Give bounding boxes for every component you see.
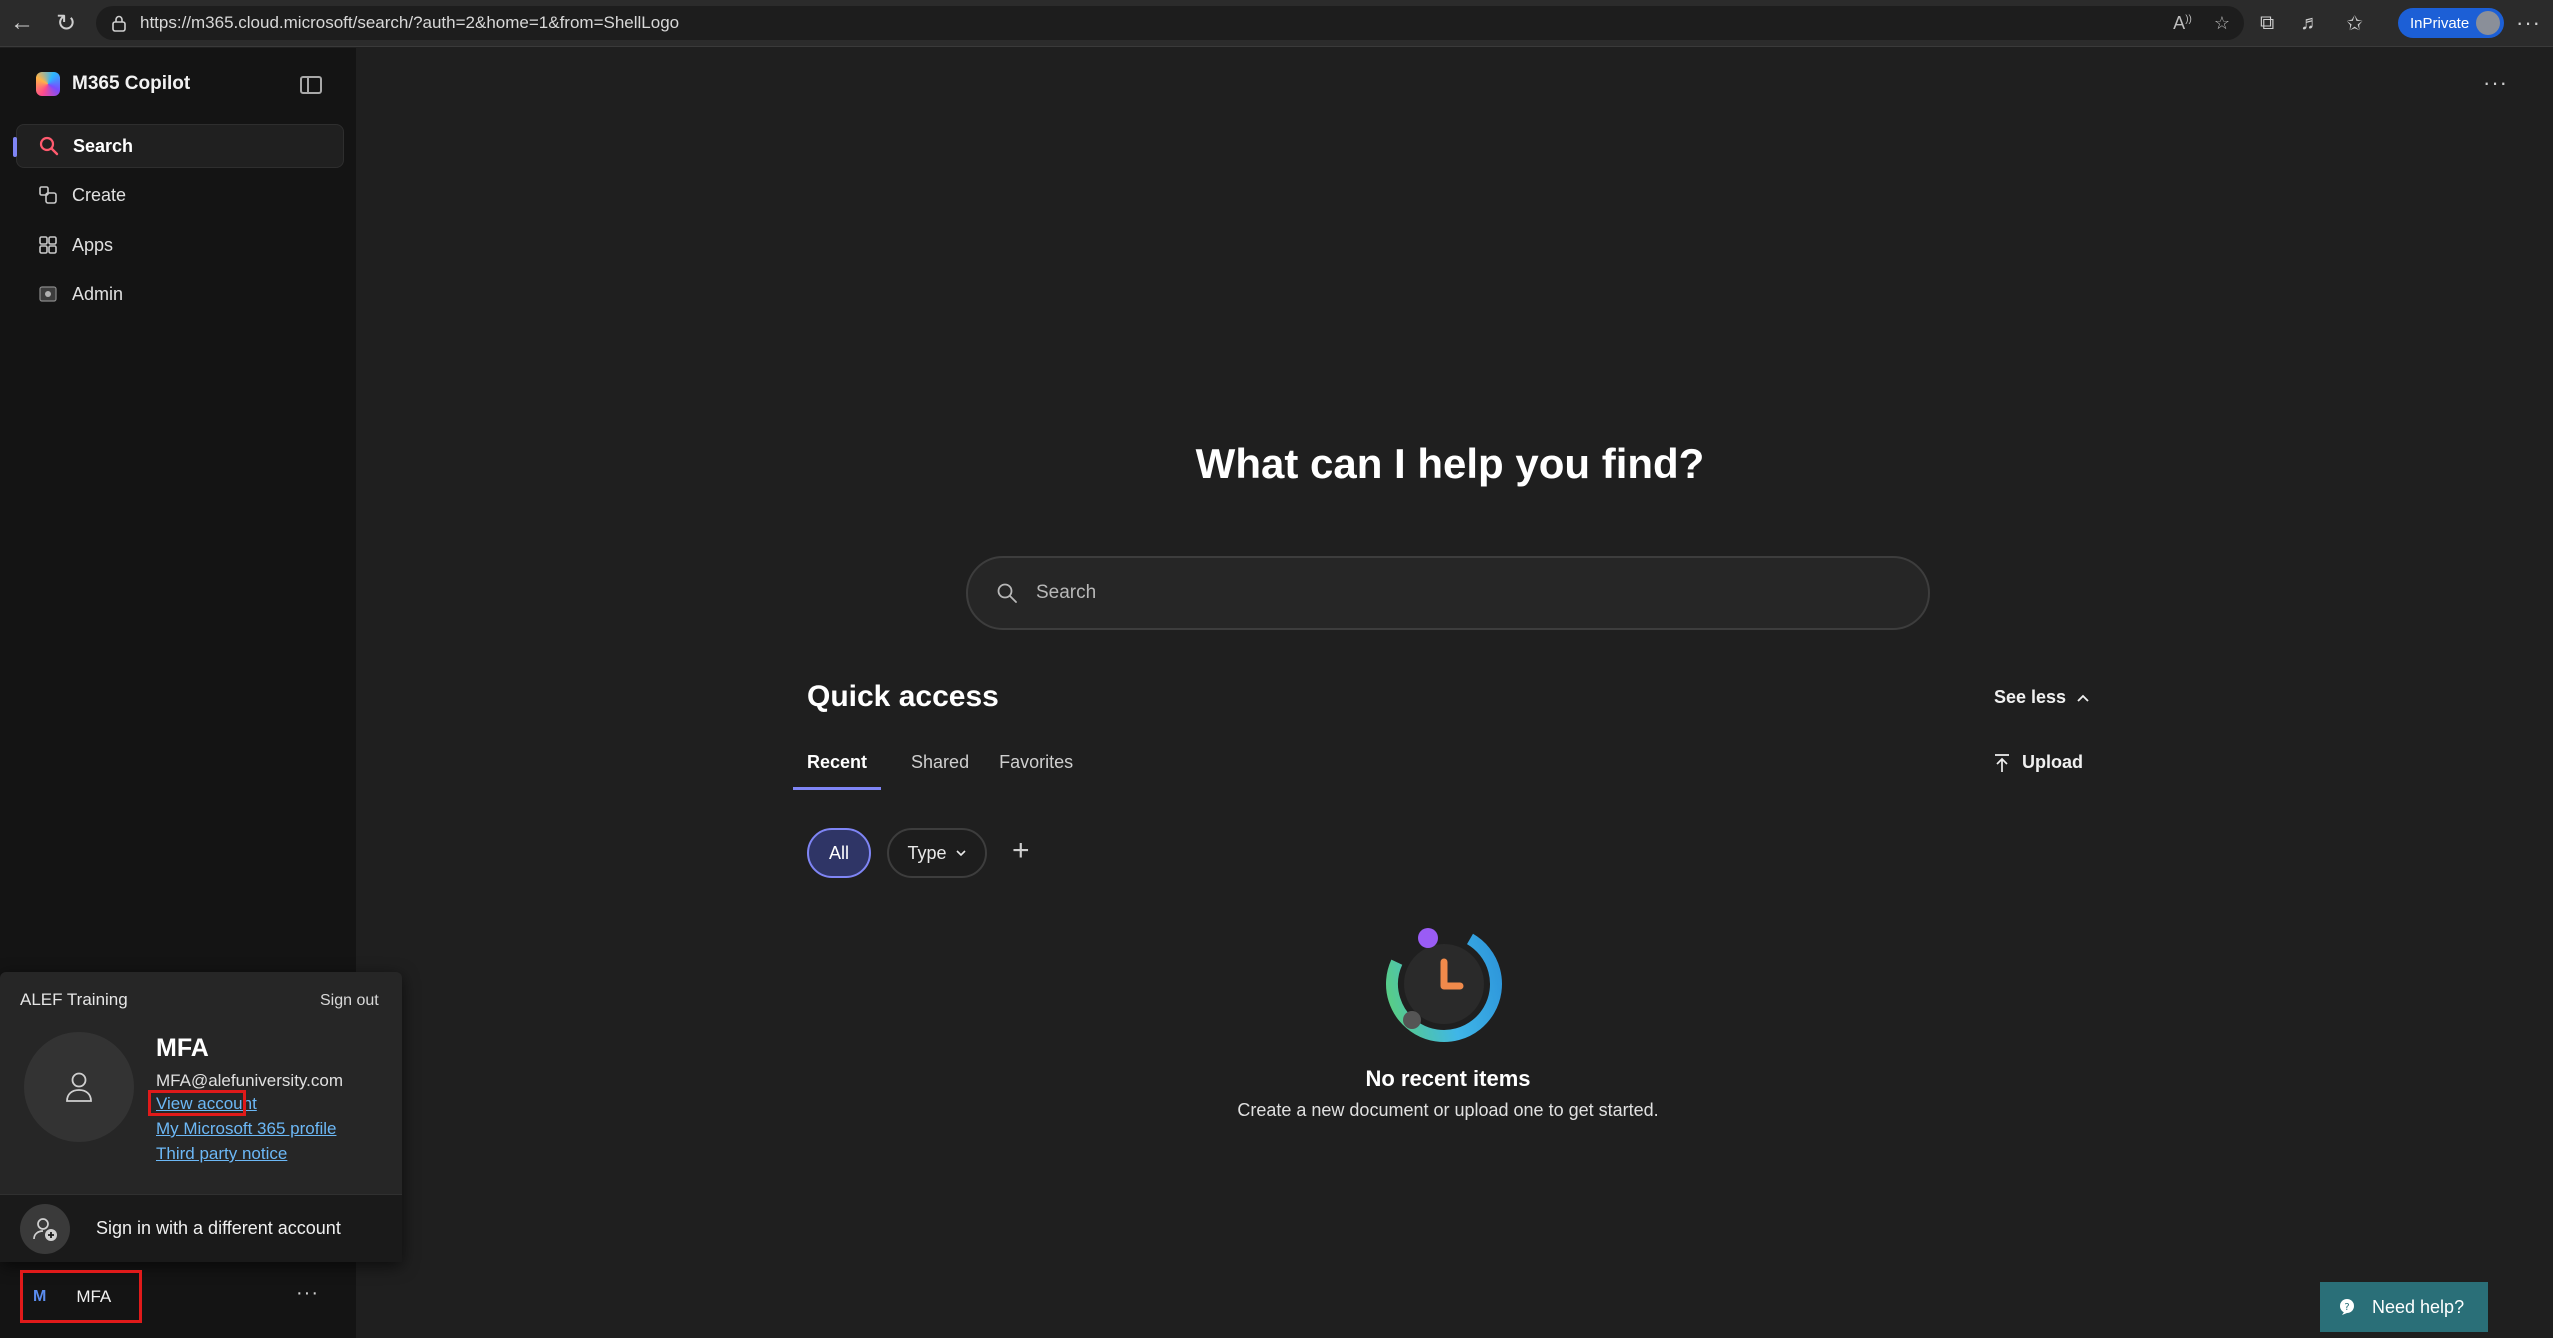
favorites-icon[interactable]: ✩ [2346, 11, 2363, 36]
upload-label: Upload [2022, 752, 2083, 772]
extensions-icon[interactable]: ⧉ [2260, 12, 2274, 35]
my-profile-link[interactable]: My Microsoft 365 profile [156, 1119, 336, 1139]
browser-essentials-icon[interactable]: ♬ [2300, 12, 2320, 35]
profile-button[interactable]: M MFA [20, 1270, 142, 1323]
admin-icon [38, 284, 58, 304]
quick-access-tabs: Recent Shared Favorites [793, 752, 1073, 790]
tab-shared[interactable]: Shared [911, 752, 969, 790]
favorite-star-icon[interactable]: ☆ [2214, 13, 2230, 34]
user-avatar-icon [24, 1032, 134, 1142]
svg-text:?: ? [2344, 1302, 2349, 1313]
create-icon [38, 185, 58, 205]
see-less-button[interactable]: See less [1994, 687, 2090, 708]
browser-toolbar: ← ↻ https://m365.cloud.microsoft/search/… [0, 0, 2553, 47]
add-account-icon [20, 1203, 70, 1254]
read-aloud-icon[interactable]: A)) [2173, 13, 2192, 34]
sidebar-item-search[interactable]: Search [13, 124, 344, 168]
search-icon [39, 136, 59, 156]
back-icon[interactable]: ← [0, 1, 44, 45]
filter-type-label: Type [907, 842, 947, 863]
upload-icon [1995, 753, 2009, 772]
sidebar-item-label: Search [73, 135, 134, 156]
apps-icon [38, 235, 58, 255]
app-name: M365 Copilot [72, 73, 191, 94]
filter-all-button[interactable]: All [807, 828, 871, 878]
filter-type-dropdown[interactable]: Type [887, 828, 987, 878]
sidebar-item-label: Apps [72, 234, 114, 255]
refresh-icon[interactable]: ↻ [44, 1, 88, 45]
page-more-icon[interactable]: ··· [2483, 70, 2508, 96]
lock-icon [112, 15, 126, 32]
sidebar-item-create[interactable]: Create [16, 173, 344, 217]
see-less-label: See less [1994, 687, 2067, 707]
address-bar[interactable]: https://m365.cloud.microsoft/search/?aut… [96, 6, 2244, 40]
browser-more-icon[interactable]: ··· [2516, 10, 2541, 36]
profile-name: MFA [76, 1286, 112, 1306]
sign-in-different-account-button[interactable]: Sign in with a different account [0, 1194, 402, 1262]
empty-state-subtitle: Create a new document or upload one to g… [1237, 1100, 1659, 1120]
user-email: MFA@alefuniversity.com [156, 1071, 343, 1090]
search-input[interactable]: Search [966, 556, 1930, 630]
recent-clock-icon [1386, 926, 1502, 1042]
account-flyout: ALEF Training Sign out MFA MFA@alefunive… [0, 972, 402, 1262]
search-icon [997, 583, 1017, 603]
app-brand[interactable]: M365 Copilot [36, 72, 190, 96]
highlight-box [148, 1090, 246, 1116]
add-filter-icon[interactable]: + [1012, 834, 1030, 868]
sidebar-item-label: Admin [72, 283, 124, 304]
url-text: https://m365.cloud.microsoft/search/?aut… [140, 13, 680, 32]
organization-name: ALEF Training [20, 990, 128, 1009]
sign-in-different-account-label: Sign in with a different account [96, 1218, 341, 1238]
sidebar-item-apps[interactable]: Apps [16, 223, 344, 267]
tab-favorites[interactable]: Favorites [999, 752, 1073, 790]
need-help-button[interactable]: ? Need help? [2320, 1282, 2488, 1332]
need-help-label: Need help? [2372, 1296, 2465, 1317]
quick-access-title: Quick access [807, 680, 999, 713]
search-placeholder: Search [1036, 582, 1097, 603]
help-chat-icon: ? [2340, 1299, 2354, 1315]
copilot-logo-icon [36, 72, 60, 96]
profile-more-icon[interactable]: ··· [296, 1282, 319, 1305]
third-party-notice-link[interactable]: Third party notice [156, 1144, 287, 1164]
browser-profile-avatar [2476, 11, 2500, 35]
empty-state-title: No recent items [1365, 1066, 1531, 1091]
profile-initial: M [33, 1287, 47, 1305]
chevron-up-icon [2077, 694, 2089, 702]
filter-all-label: All [828, 842, 849, 863]
sign-out-link[interactable]: Sign out [320, 992, 379, 1010]
upload-button[interactable]: Upload [1994, 752, 2083, 773]
inprivate-label: InPrivate [2410, 14, 2470, 32]
tab-recent[interactable]: Recent [793, 752, 882, 790]
chevron-down-icon [955, 850, 966, 857]
user-display-name: MFA [156, 1034, 209, 1062]
inprivate-badge[interactable]: InPrivate [2398, 8, 2504, 38]
collapse-sidebar-icon[interactable] [300, 76, 322, 94]
sidebar-item-label: Create [72, 184, 127, 205]
sidebar-item-admin[interactable]: Admin [16, 272, 344, 316]
page-heading: What can I help you find? [1195, 440, 1705, 487]
